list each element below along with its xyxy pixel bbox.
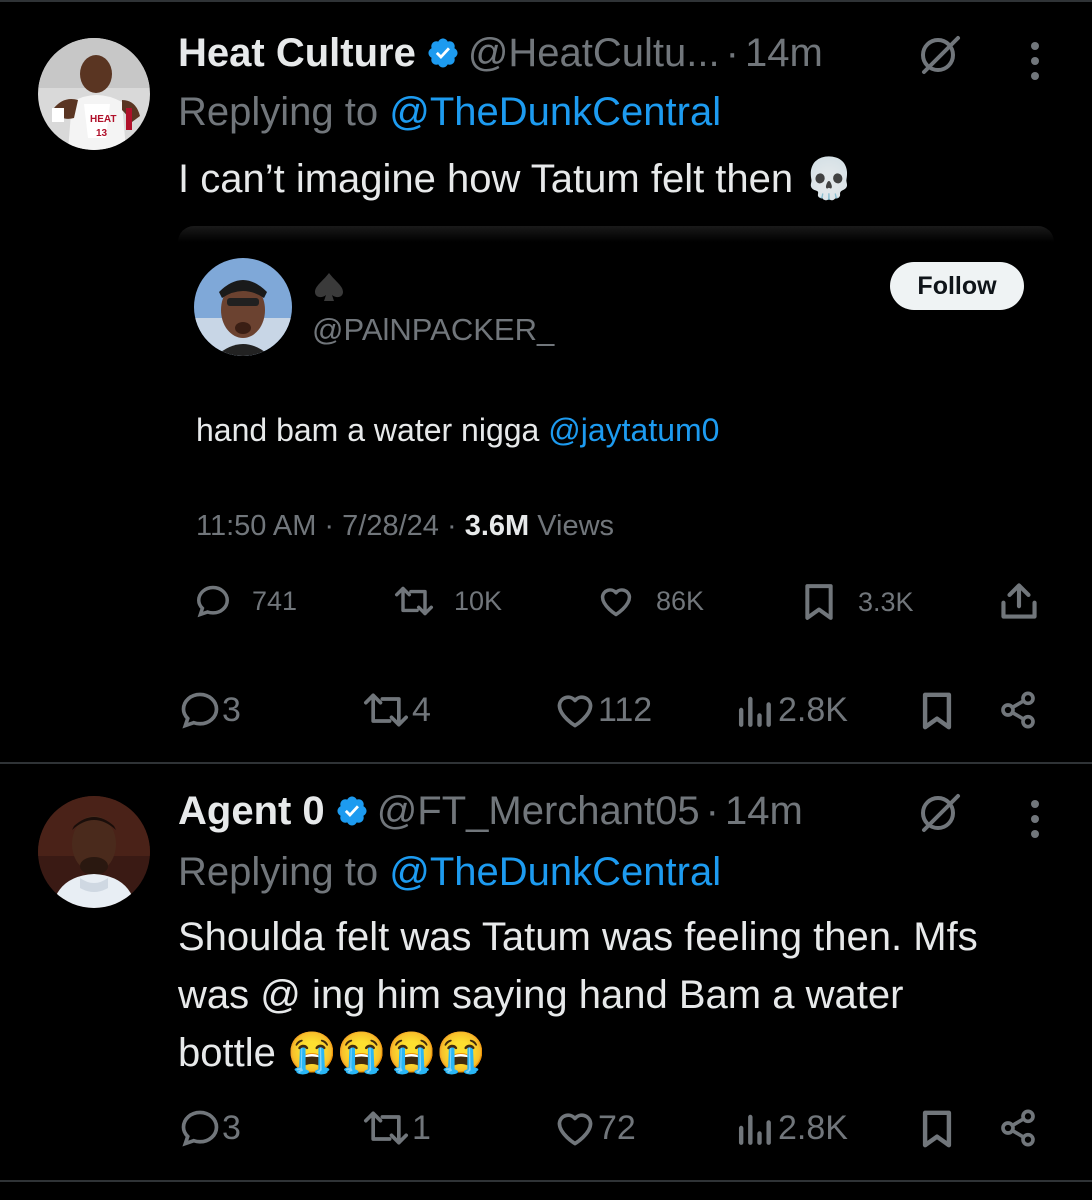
embed-like-count: 86K xyxy=(656,585,705,616)
spade-icon xyxy=(312,270,346,309)
embed-view-count: 3.6M xyxy=(464,510,530,542)
like-count: 72 xyxy=(598,1108,636,1147)
embed-bookmark-action[interactable]: 3.3K xyxy=(802,582,914,622)
embed-mention[interactable]: @jaytatum0 xyxy=(548,412,719,448)
grok-icon[interactable] xyxy=(916,30,964,83)
avatar[interactable]: HEAT 13 xyxy=(38,38,150,150)
replying-to: Replying to @TheDunkCentral xyxy=(178,850,721,895)
bottom-divider xyxy=(0,1180,1092,1182)
views-count: 2.8K xyxy=(778,1108,848,1147)
share-icon xyxy=(1001,583,1037,619)
tweet-agent-0[interactable]: Agent 0 @FT_Merchant05 · 14m Replying to… xyxy=(0,764,1092,1184)
share-icon xyxy=(1001,691,1035,729)
views-icon xyxy=(738,1114,771,1145)
embed-text-body: hand bam a water nigga xyxy=(196,412,549,448)
embed-meta: 11:50 AM · 7/28/24 · 3.6M Views xyxy=(196,510,614,543)
user-handle[interactable]: @FT_Merchant05 xyxy=(377,789,700,834)
embed-like-action[interactable]: 86K xyxy=(596,582,704,620)
more-icon[interactable] xyxy=(1031,42,1039,80)
reply-icon xyxy=(197,585,229,618)
display-name[interactable]: Agent 0 xyxy=(178,789,325,834)
embed-handle[interactable]: @PAlNPACKER_ xyxy=(312,312,554,348)
tweet-text-line-2: was @ ing him saying hand Bam a water xyxy=(178,973,904,1017)
tweet-heat-culture[interactable]: HEAT 13 Heat Culture @HeatCultu... · 14m… xyxy=(0,0,1092,760)
verified-badge-icon xyxy=(335,794,369,828)
like-icon xyxy=(600,588,632,617)
tweet-actions: 3 4 112 2.8K xyxy=(0,688,1092,738)
share-action[interactable] xyxy=(998,1108,1038,1148)
like-action[interactable]: 72 xyxy=(552,1106,636,1150)
reply-action[interactable]: 3 xyxy=(178,1106,241,1150)
like-icon xyxy=(557,1113,593,1146)
embed-bookmark-count: 3.3K xyxy=(858,586,914,617)
like-action[interactable]: 112 xyxy=(552,688,652,732)
share-icon xyxy=(1001,1109,1035,1147)
reply-count: 3 xyxy=(222,690,241,729)
bookmark-icon xyxy=(922,692,952,730)
timestamp[interactable]: 14m xyxy=(745,31,823,76)
reply-icon xyxy=(181,1110,219,1147)
embed-reply-count: 741 xyxy=(252,585,298,616)
separator-dot: · xyxy=(705,788,719,833)
embed-share-action[interactable] xyxy=(1000,580,1038,622)
embed-top-edge xyxy=(178,226,1054,242)
repost-icon xyxy=(364,1111,408,1145)
repost-action[interactable]: 4 xyxy=(360,688,431,732)
embed-repost-action[interactable]: 10K xyxy=(392,582,502,620)
replying-to-mention[interactable]: @TheDunkCentral xyxy=(389,850,721,894)
display-name[interactable]: Heat Culture xyxy=(178,31,416,76)
bookmark-icon xyxy=(805,584,833,620)
views-action[interactable]: 2.8K xyxy=(734,688,848,732)
tweet-header: Heat Culture @HeatCultu... · 14m xyxy=(178,28,823,78)
views-action[interactable]: 2.8K xyxy=(734,1106,848,1150)
tweet-text-line-1: Shoulda felt was Tatum was feeling then.… xyxy=(178,915,978,959)
share-action[interactable] xyxy=(998,690,1038,730)
views-icon xyxy=(738,696,771,727)
tweet-actions: 3 1 72 2.8K xyxy=(0,1106,1092,1156)
reply-count: 3 xyxy=(222,1108,241,1147)
embedded-tweet[interactable]: @PAlNPACKER_ Follow hand bam a water nig… xyxy=(178,226,1054,656)
bookmark-action[interactable] xyxy=(920,690,954,732)
embed-text: hand bam a water nigga @jaytatum0 xyxy=(196,412,719,449)
like-icon xyxy=(557,695,593,728)
embed-avatar[interactable] xyxy=(194,258,292,356)
more-icon[interactable] xyxy=(1031,800,1039,838)
grok-icon[interactable] xyxy=(916,788,964,841)
avatar[interactable] xyxy=(38,796,150,908)
views-count: 2.8K xyxy=(778,690,848,729)
replying-prefix: Replying to xyxy=(178,90,390,134)
replying-to-mention[interactable]: @TheDunkCentral xyxy=(389,90,721,134)
repost-count: 4 xyxy=(412,690,431,729)
svg-text:HEAT: HEAT xyxy=(90,114,116,125)
tweet-text: I can’t imagine how Tatum felt then 💀 xyxy=(178,157,855,201)
tweet-header: Agent 0 @FT_Merchant05 · 14m xyxy=(178,786,803,836)
replying-prefix: Replying to xyxy=(178,850,390,894)
bookmark-icon xyxy=(922,1110,952,1148)
svg-text:13: 13 xyxy=(96,128,108,139)
separator-dot: · xyxy=(725,30,739,75)
embed-reply-action[interactable]: 741 xyxy=(194,582,297,620)
timestamp[interactable]: 14m xyxy=(725,789,803,834)
embed-views-label: Views xyxy=(529,510,615,542)
like-count: 112 xyxy=(598,690,653,729)
tweet-text: Shoulda felt was Tatum was feeling then.… xyxy=(178,908,1078,1082)
repost-count: 1 xyxy=(412,1108,431,1147)
reply-icon xyxy=(181,692,219,729)
repost-icon xyxy=(364,693,408,727)
tweet-text-line-3: bottle 😭😭😭😭 xyxy=(178,1031,487,1075)
reply-action[interactable]: 3 xyxy=(178,688,241,732)
follow-button[interactable]: Follow xyxy=(890,262,1024,310)
repost-icon xyxy=(394,586,434,616)
verified-badge-icon xyxy=(426,36,460,70)
user-handle[interactable]: @HeatCultu... xyxy=(468,31,720,76)
repost-action[interactable]: 1 xyxy=(360,1106,431,1150)
embed-repost-count: 10K xyxy=(454,585,503,616)
embed-time: 11:50 AM · 7/28/24 · xyxy=(196,510,465,542)
replying-to: Replying to @TheDunkCentral xyxy=(178,90,721,135)
bookmark-action[interactable] xyxy=(920,1108,954,1150)
